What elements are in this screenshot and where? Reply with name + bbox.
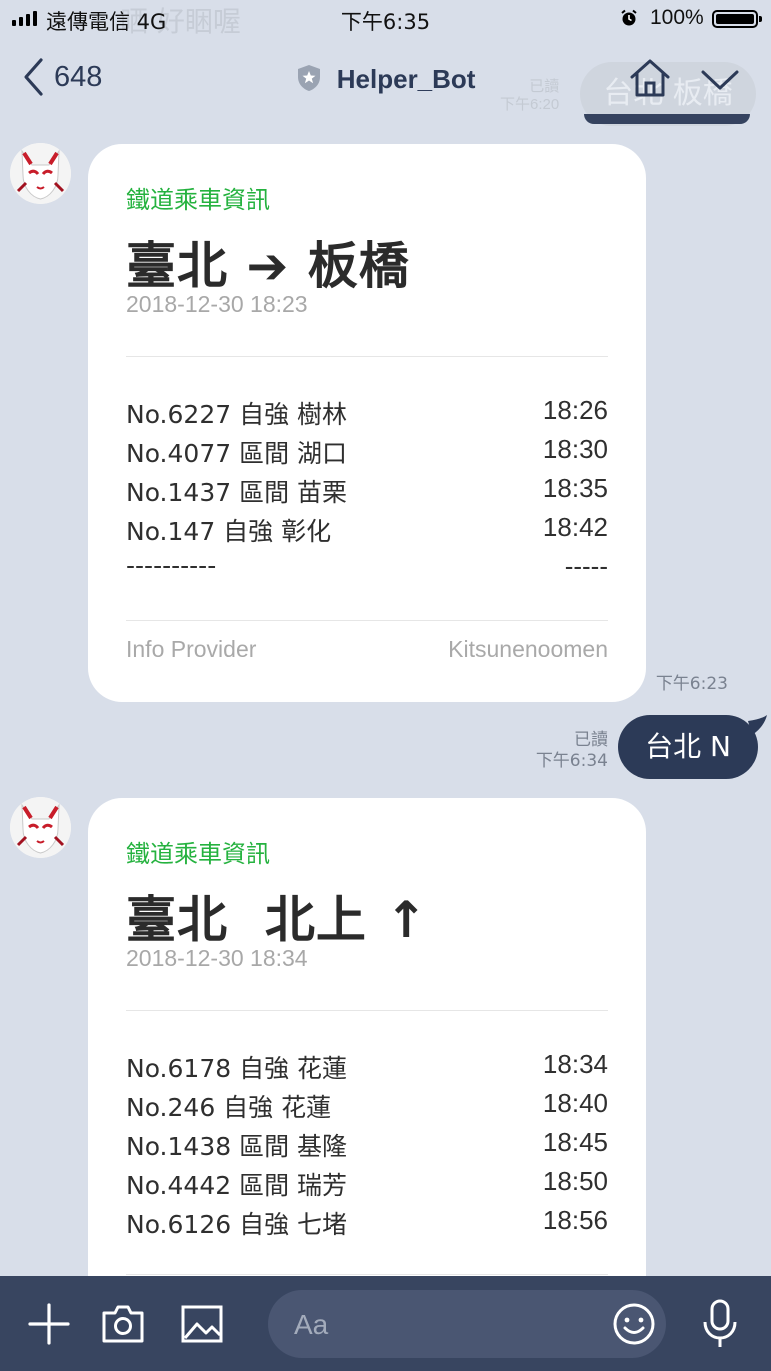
fox-mask-avatar-icon xyxy=(10,143,71,204)
flex-message-card: 鐵道乘車資訊 臺北 北上 ↑ 2018-12-30 18:34 No.6178 … xyxy=(88,798,646,1318)
train-row: No.6178 自強 花蓮 18:34 xyxy=(126,1049,608,1088)
train-time: 18:45 xyxy=(542,1127,608,1157)
train-time: 18:26 xyxy=(542,395,608,425)
sent-time: 下午6:34 xyxy=(535,751,608,771)
train-time: 18:50 xyxy=(542,1166,608,1196)
ghost-time-label: 下午6:20 xyxy=(500,96,560,113)
card-date: 2018-12-30 18:23 xyxy=(126,291,308,317)
train-row: No.1438 區間 基隆 18:45 xyxy=(126,1127,608,1166)
read-label: 已讀 xyxy=(574,730,608,750)
train-info: No.1438 區間 基隆 xyxy=(126,1132,348,1161)
message-time: 下午6:23 xyxy=(655,674,728,694)
train-time: 18:56 xyxy=(542,1205,608,1235)
train-time: 18:42 xyxy=(542,512,608,542)
outgoing-message-bubble[interactable]: 台北 N xyxy=(618,715,767,779)
header-ghost-shadow xyxy=(584,114,750,124)
chat-title-text: Helper_Bot xyxy=(336,64,476,94)
alarm-icon xyxy=(621,9,637,26)
train-info: No.6126 自強 七堵 xyxy=(126,1210,348,1239)
fox-mask-avatar-icon xyxy=(10,797,71,858)
train-time: 18:30 xyxy=(542,434,608,464)
card-route: 臺北 ➔ 板橋 xyxy=(126,237,410,295)
footer-provider-name[interactable]: Kitsunenoomen xyxy=(448,636,608,663)
train-time: 18:40 xyxy=(542,1088,608,1118)
card-date: 2018-12-30 18:34 xyxy=(126,945,308,971)
bubble-tail xyxy=(748,715,767,735)
camera-icon[interactable] xyxy=(101,1302,145,1346)
train-row: No.4442 區間 瑞芳 18:50 xyxy=(126,1166,608,1205)
avatar[interactable] xyxy=(10,797,71,858)
home-icon[interactable] xyxy=(628,58,672,98)
plus-icon[interactable] xyxy=(27,1302,71,1346)
battery-percent: 100% xyxy=(650,6,704,29)
train-info: No.4442 區間 瑞芳 xyxy=(126,1171,348,1200)
chevron-down-icon[interactable] xyxy=(700,68,740,92)
footer-provider-label: Info Provider xyxy=(126,636,257,662)
divider xyxy=(126,1274,608,1275)
train-info: ---------- xyxy=(126,551,217,580)
train-row: No.147 自強 彰化 18:42 xyxy=(126,512,608,551)
train-info: No.147 自強 彰化 xyxy=(126,517,332,546)
train-row: No.246 自強 花蓮 18:40 xyxy=(126,1088,608,1127)
train-row: No.6126 自強 七堵 18:56 xyxy=(126,1205,608,1244)
divider xyxy=(126,356,608,357)
status-bar: 晒 好睏喔 遠傳電信 4G 下午6:35 100% xyxy=(0,0,771,40)
train-row: No.6227 自強 樹林 18:26 xyxy=(126,395,608,434)
card-label: 鐵道乘車資訊 xyxy=(126,840,270,868)
train-info: No.6227 自強 樹林 xyxy=(126,400,348,429)
train-info: No.6178 自強 花蓮 xyxy=(126,1054,348,1083)
card-label: 鐵道乘車資訊 xyxy=(126,186,270,214)
message-input-container xyxy=(268,1290,666,1360)
microphone-icon[interactable] xyxy=(700,1298,740,1350)
divider xyxy=(126,620,608,621)
chat-header: 已讀 下午6:20 台北 板橋 648 Helper_Bot xyxy=(0,40,771,126)
train-info: No.1437 區間 苗栗 xyxy=(126,478,348,507)
train-time: 18:34 xyxy=(542,1049,608,1079)
train-row-separator: ---------- ----- xyxy=(126,551,608,590)
train-info: No.4077 區間 湖口 xyxy=(126,439,348,468)
train-time: ----- xyxy=(564,551,608,581)
train-row: No.4077 區間 湖口 18:30 xyxy=(126,434,608,473)
train-info: No.246 自強 花蓮 xyxy=(126,1093,332,1122)
flex-message-card: 鐵道乘車資訊 臺北 ➔ 板橋 2018-12-30 18:23 No.6227 … xyxy=(88,144,646,702)
card-route: 臺北 北上 ↑ xyxy=(126,891,429,949)
battery-icon xyxy=(712,10,762,28)
avatar[interactable] xyxy=(10,143,71,204)
read-receipt: 已讀 下午6:34 xyxy=(520,730,608,772)
message-text: 台北 N xyxy=(645,730,731,763)
divider xyxy=(126,1010,608,1011)
train-row: No.1437 區間 苗栗 18:35 xyxy=(126,473,608,512)
shield-icon xyxy=(297,65,320,91)
image-icon[interactable] xyxy=(180,1302,224,1346)
train-time: 18:35 xyxy=(542,473,608,503)
emoji-icon[interactable] xyxy=(612,1302,656,1346)
message-input[interactable] xyxy=(292,1290,596,1360)
